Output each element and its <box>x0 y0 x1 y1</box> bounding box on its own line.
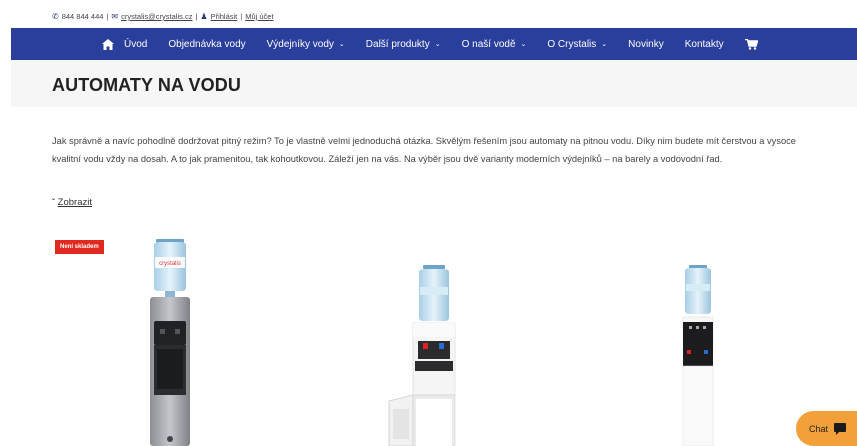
cart-button[interactable] <box>744 38 758 50</box>
cart-icon <box>744 38 758 50</box>
title-bar: AUTOMATY NA VODU <box>11 60 857 107</box>
nav-item-label: Výdejníky vody <box>266 38 334 50</box>
nav-item-about-crystalis[interactable]: O Crystalis ⌄ <box>547 39 607 50</box>
email-icon: ✉ <box>111 12 119 21</box>
user-icon: ♟ <box>200 12 208 21</box>
product-image-cooler-fridge[interactable] <box>385 265 480 446</box>
chevron-down-icon: ⌄ <box>601 41 608 48</box>
product-image-cooler-gray[interactable]: crystalis <box>140 237 200 446</box>
out-of-stock-badge: Není skladem <box>55 240 104 254</box>
login-link[interactable]: Přihlásit <box>211 12 238 21</box>
bottle-brand-label: crystalis <box>159 261 181 267</box>
nav-item-about-water[interactable]: O naší vodě ⌄ <box>462 39 527 50</box>
chevron-down-icon: ⌄ <box>434 41 441 48</box>
product-image-cooler-slim[interactable] <box>675 262 720 446</box>
nav-item-label: Kontakty <box>684 38 724 50</box>
nav-item-news[interactable]: Novinky <box>628 39 664 50</box>
email-link[interactable]: crystalis@crystalis.cz <box>121 12 192 21</box>
account-link[interactable]: Můj účet <box>245 12 273 21</box>
nav-item-label: Novinky <box>628 38 664 50</box>
chevron-down-icon: ⌄ <box>520 41 527 48</box>
nav-item-label: O Crystalis <box>547 38 597 50</box>
top-contact-bar: ✆ 844 844 444 | ✉ crystalis@crystalis.cz… <box>52 12 274 21</box>
nav-item-label: Objednávka vody <box>168 38 246 50</box>
page-title: AUTOMATY NA VODU <box>52 75 241 95</box>
phone-number[interactable]: 844 844 444 <box>62 12 104 21</box>
main-navigation: Úvod Objednávka vody Výdejníky vody ⌄ Da… <box>11 28 857 60</box>
phone-icon: ✆ <box>52 12 59 21</box>
nav-item-contacts[interactable]: Kontakty <box>685 39 724 50</box>
toggle-label: Zobrazit <box>57 197 92 208</box>
chat-label: Chat <box>809 423 829 434</box>
category-description: Jak správně a navíc pohodlně dodržovat p… <box>52 136 796 164</box>
separator: | <box>106 12 109 21</box>
chat-bubble-icon <box>834 422 847 435</box>
nav-item-label: Další produkty <box>365 38 430 50</box>
nav-item-other-products[interactable]: Další produkty ⌄ <box>366 39 441 50</box>
chat-button[interactable]: Chat <box>796 411 857 446</box>
home-icon <box>102 38 114 50</box>
nav-item-label: O naší vodě <box>461 38 516 50</box>
nav-item-home[interactable]: Úvod <box>102 38 148 50</box>
chevron-down-icon: ⌄ <box>338 41 345 48</box>
separator: | <box>240 12 243 21</box>
separator: | <box>195 12 198 21</box>
nav-item-water-dispensers[interactable]: Výdejníky vody ⌄ <box>267 39 345 50</box>
chevron-down-icon: ˇ <box>52 198 55 207</box>
nav-item-label: Úvod <box>124 38 148 50</box>
nav-item-order-water[interactable]: Objednávka vody <box>168 39 245 50</box>
show-more-toggle[interactable]: ˇ Zobrazit <box>52 197 92 208</box>
